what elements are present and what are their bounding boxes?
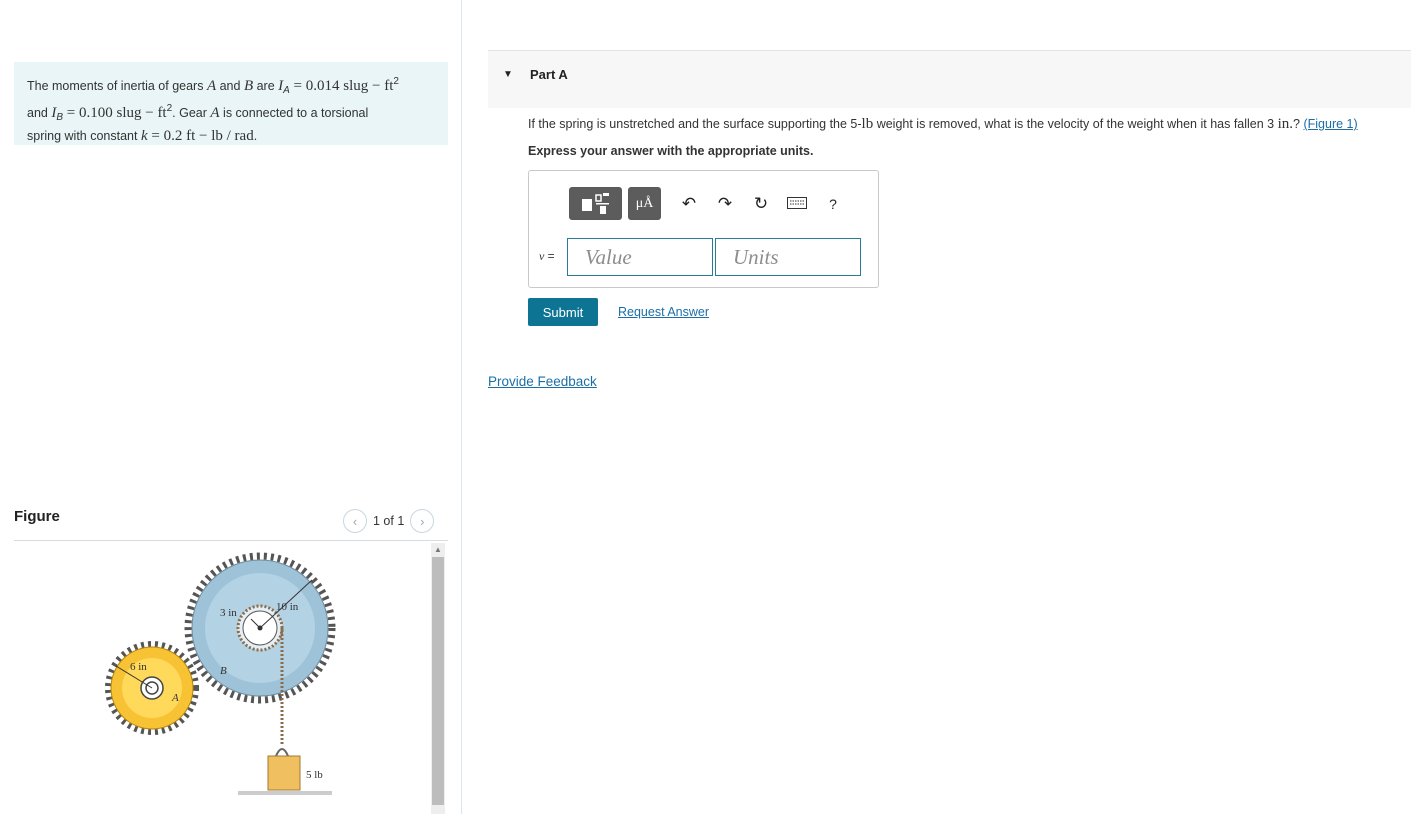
figure-scrollbar[interactable]: ▲ [431, 543, 445, 814]
radius-3in-label: 3 in [220, 607, 237, 619]
chevron-right-icon[interactable]: › [410, 509, 435, 533]
answer-box: μÅ ↶ ↷ ↻ ? v = Value Units [528, 170, 879, 288]
provide-feedback-link[interactable]: Provide Feedback [488, 374, 597, 389]
gear-b [184, 552, 336, 704]
spring-constant-symbol: k [140, 128, 148, 144]
part-title: Part A [530, 67, 568, 82]
pager-label: 1 of 1 [373, 514, 405, 528]
gear-figure: 3 in 10 in 6 in A B 5 lb [105, 552, 336, 795]
gear-a [105, 641, 199, 735]
equals-sign: = [544, 249, 555, 263]
problem-text: spring with constant [27, 129, 141, 143]
problem-text: . Gear [172, 106, 211, 120]
question-part: If the spring is unstretched and the sur… [528, 117, 862, 131]
exponent: 2 [393, 76, 399, 87]
inertia-subscript: A [283, 85, 290, 96]
problem-text: and [216, 79, 244, 93]
problem-text: is connected to a torsional [219, 106, 369, 120]
variable-label: v = [539, 249, 555, 264]
chevron-left-icon[interactable]: ‹ [343, 509, 367, 533]
part-a-header[interactable]: ▼ Part A [488, 50, 1411, 108]
problem-statement: The moments of inertia of gears A and B … [14, 62, 448, 145]
radius-10in-label: 10 in [276, 601, 299, 613]
weight-label: 5 lb [306, 769, 323, 781]
unit-lb: lb [861, 116, 874, 132]
caret-down-icon[interactable]: ▼ [503, 69, 513, 80]
problem-text: The moments of inertia of gears [27, 79, 207, 93]
gear-a-label: A [171, 692, 179, 704]
redo-icon[interactable]: ↷ [707, 194, 743, 214]
scrollbar-thumb[interactable] [432, 557, 444, 805]
question-part: ? [1293, 117, 1304, 131]
inertia-a-value: = 0.014 slug − ft [289, 78, 394, 94]
question-part: weight is removed, what is the velocity … [873, 117, 1278, 131]
templates-icon [581, 192, 609, 214]
problem-text: . [253, 129, 258, 143]
inertia-b-value: = 0.100 slug − ft [63, 105, 167, 121]
units-input[interactable]: Units [715, 238, 861, 276]
pane-divider [461, 0, 462, 814]
gear-a-symbol: A [210, 105, 220, 121]
units-symbols-button[interactable]: μÅ [628, 187, 661, 220]
unit-in: in. [1277, 116, 1294, 132]
radius-6in-label: 6 in [130, 661, 147, 673]
templates-button[interactable] [569, 187, 622, 220]
reset-icon[interactable]: ↻ [743, 194, 779, 214]
spring-constant-value: = 0.2 ft − lb / rad [147, 128, 254, 144]
gear-b-symbol: B [243, 78, 254, 94]
value-input[interactable]: Value [567, 238, 713, 276]
request-answer-link[interactable]: Request Answer [618, 305, 709, 319]
figure-link[interactable]: (Figure 1) [1303, 117, 1357, 131]
gear-a-symbol: A [206, 78, 217, 94]
undo-icon[interactable]: ↶ [671, 194, 707, 214]
figure-divider [14, 540, 448, 541]
left-pane: The moments of inertia of gears A and B … [0, 0, 461, 814]
problem-text: and [27, 106, 52, 120]
instruction-text: Express your answer with the appropriate… [528, 144, 814, 158]
gear-b-label: B [220, 665, 227, 677]
figure-title: Figure [14, 508, 60, 525]
keyboard-icon[interactable] [779, 194, 815, 214]
help-button[interactable]: ? [815, 196, 851, 212]
math-toolbar: μÅ ↶ ↷ ↻ ? [569, 187, 851, 220]
problem-text: are [253, 79, 279, 93]
figure-pager: ‹ 1 of 1 › [343, 509, 435, 533]
submit-button[interactable]: Submit [528, 298, 598, 326]
scroll-up-icon[interactable]: ▲ [434, 545, 442, 554]
keyboard-glyph [787, 196, 807, 209]
question-text: If the spring is unstretched and the sur… [528, 116, 1358, 133]
inertia-subscript: B [56, 112, 64, 123]
